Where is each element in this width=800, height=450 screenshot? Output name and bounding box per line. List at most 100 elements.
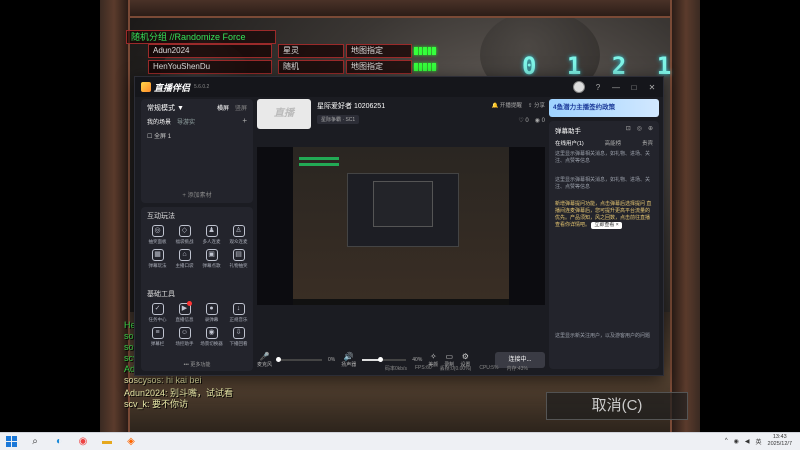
gift-icon: ◎ [151,225,164,237]
tool-label: 下播回看 [229,341,248,346]
user-avatar[interactable] [573,81,585,93]
popout-icon[interactable]: ⊡ [626,125,631,132]
danmu-hint: 这里显示弹幕相关消息，如礼物、进场、关注、点赞等信息 [555,177,651,190]
tab-online-users[interactable]: 在线用户(1) [555,139,584,147]
mic-icon: 🎤 [259,352,270,361]
view-now-button[interactable]: 立即查看 × [591,222,622,229]
app-name: 直播伴侣 [154,82,191,93]
right-panel: 4鱼潜力主播签约政策 弹幕助手 ⊡ ◎ ⊕ 在线用户(1) 高能榜 贵宾 这里显… [549,99,659,371]
room-cover[interactable]: 直播 [257,99,311,129]
speaker-control[interactable]: 🔊 扬声器 [341,352,356,368]
desktop: 随机分组 //Randomize Force Adun2024 星灵 地图指定 … [0,0,800,450]
tool-user-add[interactable]: ♙ 观众连麦 [226,225,251,245]
maximize-icon[interactable]: □ [629,83,639,92]
network-icon[interactable]: ◉ [734,438,739,445]
tool-helper[interactable]: ☺ 场控助手 [172,327,197,347]
center-panel: 直播 星际爱好者 10206251 星际争霸 · SC1 🔔 开播提醒 ⇪ 分享… [257,99,545,371]
volume-icon[interactable]: ◀ [745,438,750,445]
start-icon[interactable] [6,436,17,447]
danmu-header: 弹幕助手 [555,128,581,135]
room-category[interactable]: 星际争霸 · SC1 [317,115,360,124]
add-scene-icon[interactable]: + [242,116,247,125]
status-item: 内存:43% [506,366,528,372]
likes-count: 0 [525,118,529,124]
mic-volume-knob[interactable] [276,357,282,362]
speaker-volume-knob[interactable] [377,357,383,362]
settings-icon: ⚙ [461,352,469,361]
speaker-icon: 🔊 [343,352,354,361]
likes-stat: ♡ 0 [518,118,529,124]
tool-label: 主播口袋 [175,263,194,268]
danmu-assistant: 弹幕助手 ⊡ ◎ ⊕ 在线用户(1) 高能榜 贵宾 这里显示弹幕相关消息，如礼物… [549,121,659,369]
tool-danmu[interactable]: ≡ 弹幕栏 [145,327,170,347]
tool-label: 弹幕点歌 [202,263,221,268]
tray-overflow-icon[interactable]: ^ [725,438,728,444]
effects-icon: ▭ [445,352,454,361]
scene-item[interactable]: ☐ 全屏 1 [147,131,171,140]
status-bar: 码率0kb/s FPS:60 丢帧:0(0.00%) CPU:5% 内存:43% [385,365,528,372]
tool-label: 正规音乐 [229,317,248,322]
status-item: FPS:60 [414,365,432,371]
tool-store[interactable]: ⌂ 主播口袋 [172,249,197,269]
edge-icon[interactable]: ◐ [53,436,65,448]
more-features-button[interactable]: ••• 更多功能 [141,361,253,368]
tab-guide[interactable]: 导游实 [177,117,195,126]
preview-ui-bar [299,157,339,160]
tool-gift[interactable]: ◎ 抽奖面板 [145,225,170,245]
tool-record[interactable]: ● 录弹幕 [199,303,224,323]
tool-game[interactable]: ▦ 弹幕玩法 [145,249,170,269]
mic-volume-slider[interactable] [276,357,323,362]
tools-card: 互动玩法 ◎ 抽奖面板 ◇ 福袋挑战 ♟ 多人连麦 ♙ 观众连麦 ▦ 弹幕玩法 ⌂ 主播口袋 ▣ 弹幕点歌… [141,207,253,371]
app-titlebar: 直播伴侣 5.6.0.2 ? — □ ✕ [135,77,663,97]
share-link[interactable]: ⇪ 分享 [528,101,545,109]
mic-control[interactable]: 🎤 麦克风 [257,352,272,368]
notification-badge [187,301,192,306]
player-map-select[interactable]: 地图指定 [346,60,412,74]
mic-volume-pct: 0% [328,357,336,363]
speaker-volume-slider[interactable] [362,357,407,362]
search-icon[interactable]: ⌕ [29,436,41,448]
tool-task[interactable]: ✓ 任务中心 [145,303,170,323]
tab-high-energy[interactable]: 高能榜 [605,139,622,147]
tool-gamepad[interactable]: ▣ 弹幕点歌 [199,249,224,269]
close-icon[interactable]: ✕ [647,83,657,92]
mode-selector[interactable]: 常规模式 ▼ [147,103,184,113]
stream-preview[interactable] [257,147,545,305]
cancel-button[interactable]: 取消(C) [546,392,688,420]
files-icon[interactable]: ▬ [101,436,113,448]
ime-indicator[interactable]: 英 [756,437,762,446]
tool-calendar[interactable]: ▤ 礼物抽奖 [226,249,251,269]
chrome-icon[interactable]: ◉ [77,436,89,448]
basic-tools-title: 基础工具 [147,291,175,298]
tab-landscape[interactable]: 横屏 [217,103,229,112]
settings-icon[interactable]: ⊕ [648,125,653,132]
add-source-button[interactable]: + 添加素材 [141,190,253,199]
record2-icon: ◉ [205,327,218,339]
calendar-icon: ▤ [232,249,245,261]
tool-shield[interactable]: ◇ 福袋挑战 [172,225,197,245]
view-icon[interactable]: ◎ [637,125,642,132]
tool-record2[interactable]: ◉ 场景切换器 [199,327,224,347]
live-reminder-link[interactable]: 🔔 开播提醒 [491,101,521,109]
tool-label: 抽奖面板 [148,239,167,244]
tool-label: 福袋挑战 [175,239,194,244]
tool-label: 礼物抽奖 [229,263,248,268]
help-icon[interactable]: ? [593,83,603,92]
tool-users[interactable]: ♟ 多人连麦 [199,225,224,245]
player-race-select[interactable]: 星灵 [278,44,344,58]
tool-download2[interactable]: ⇩ 下播回看 [226,327,251,347]
record-icon: ● [205,303,218,315]
tab-my-scenes[interactable]: 我的场景 [147,117,171,126]
user-add-icon: ♙ [232,225,245,237]
promo-banner[interactable]: 4鱼潜力主播签约政策 [549,99,659,117]
player-race-select[interactable]: 随机 [278,60,344,74]
douyu-icon[interactable]: ◈ [125,436,137,448]
game-frame-top [100,0,700,18]
tool-live[interactable]: ▶ 直播信息 [172,301,197,323]
player-map-select[interactable]: 地图指定 [346,44,412,58]
tab-vip[interactable]: 贵宾 [642,139,653,147]
tool-download[interactable]: ↓ 正规音乐 [226,303,251,323]
minimize-icon[interactable]: — [611,83,621,92]
system-clock[interactable]: 13:43 2025/12/7 [768,434,792,448]
tab-portrait[interactable]: 竖屏 [235,103,247,112]
